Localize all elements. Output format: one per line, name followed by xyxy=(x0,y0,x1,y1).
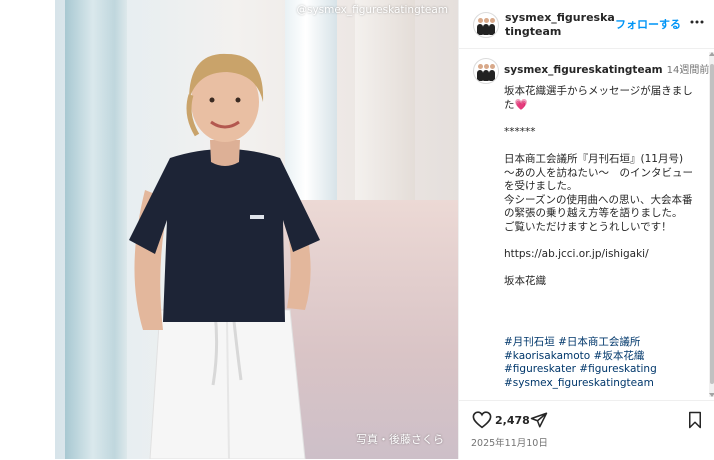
comments-area[interactable]: sysmex_figureskatingteam 14週間前 坂本花織選手からメッ… xyxy=(459,49,709,401)
hashtag-list: #月刊石垣 #日本商工会議所 #kaorisakamoto #坂本花織 #fig… xyxy=(504,336,694,390)
post-side-panel: sysmex_figureskatingteam フォローする sysmex_f… xyxy=(458,0,714,459)
account-name-link[interactable]: sysmex_figureskatingteam xyxy=(505,11,615,39)
heart-icon[interactable] xyxy=(472,411,492,429)
scroll-up-arrow[interactable] xyxy=(709,52,714,56)
hashtag-line[interactable]: #figureskater #figureskating xyxy=(504,363,694,377)
post-date[interactable]: 2025年11月10日 xyxy=(471,435,548,449)
post-photo[interactable]: @sysmex_figureskatingteam 写真・後藤さくら xyxy=(55,0,458,459)
follow-button[interactable]: フォローする xyxy=(615,16,681,32)
hashtag-line[interactable]: #kaorisakamoto #坂本花織 xyxy=(504,350,694,364)
post-actions: 2,478 2025年11月10日 xyxy=(459,400,714,460)
hashtag-line[interactable]: #月刊石垣 #日本商工会議所 xyxy=(504,336,694,350)
more-icon[interactable] xyxy=(689,14,705,30)
avatar[interactable] xyxy=(473,12,499,38)
caption-text: 坂本花織選手からメッセージが届きました💗 ****** 日本商工会議所『月刊石垣… xyxy=(504,85,693,288)
bookmark-icon[interactable] xyxy=(687,411,703,429)
hashtag-line[interactable]: #sysmex_figureskatingteam xyxy=(504,377,694,391)
photo-watermark: @sysmex_figureskatingteam xyxy=(296,4,449,16)
scroll-thumb[interactable] xyxy=(710,64,714,384)
avatar[interactable] xyxy=(473,58,499,84)
post-header: sysmex_figureskatingteam フォローする xyxy=(459,0,714,49)
caption-time[interactable]: 14週間前 xyxy=(667,65,709,76)
scroll-down-arrow[interactable] xyxy=(709,393,714,397)
skater-figure xyxy=(129,53,320,459)
photo-credit: 写真・後藤さくら xyxy=(356,433,444,446)
comments-scrollbar[interactable] xyxy=(709,52,714,397)
like-count[interactable]: 2,478 xyxy=(495,414,530,427)
paper-plane-icon[interactable] xyxy=(530,411,548,429)
caption-author-name[interactable]: sysmex_figureskatingteam xyxy=(504,64,663,76)
caption-author[interactable]: sysmex_figureskatingteam 14週間前 xyxy=(504,61,709,76)
